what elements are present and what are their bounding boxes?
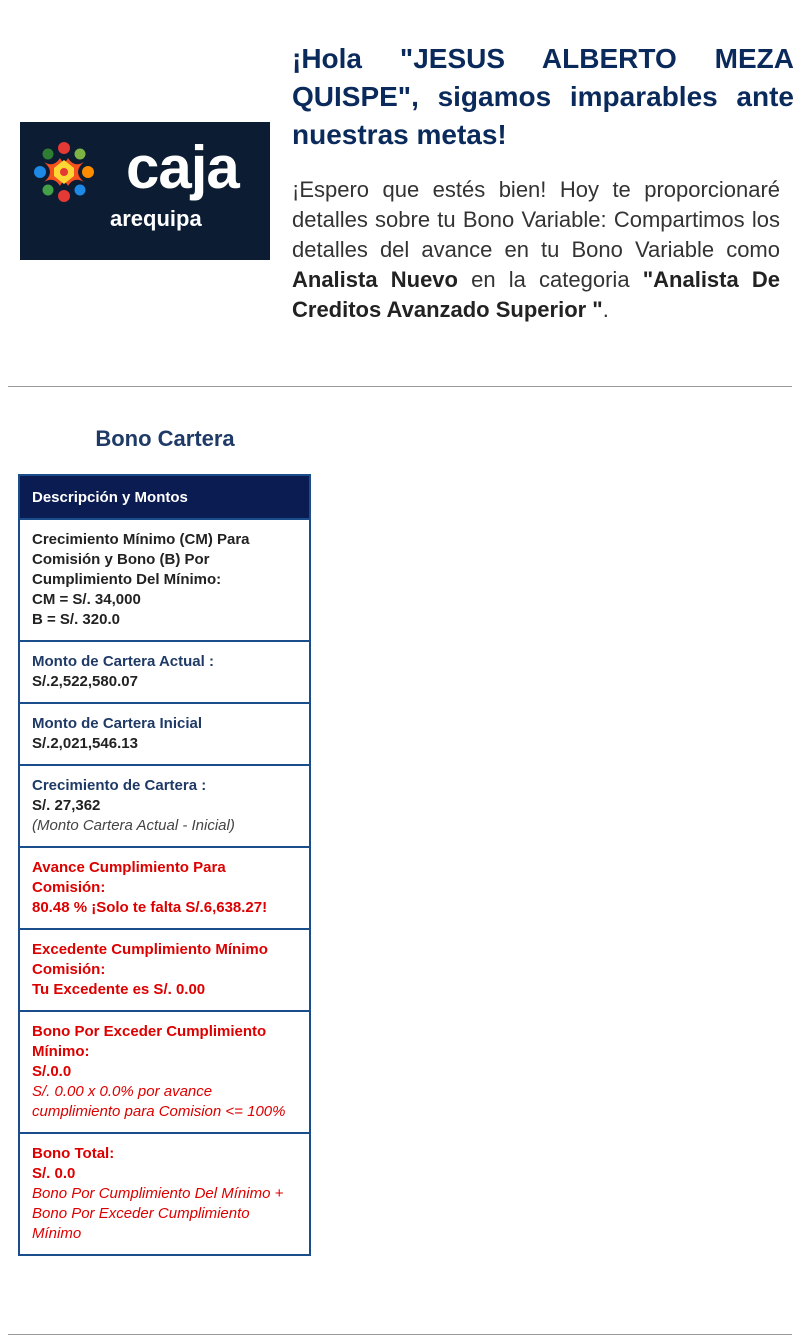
divider-top xyxy=(8,386,792,387)
intro-text-3: . xyxy=(602,297,609,322)
row-crecimiento-minimo: Crecimiento Mínimo (CM) Para Comisión y … xyxy=(20,520,309,642)
row-label: Excedente Cumplimiento Mínimo Comisión: xyxy=(32,941,268,978)
row-note: (Monto Cartera Actual - Inicial) xyxy=(32,817,235,834)
row-crecimiento-cartera: Crecimiento de Cartera : S/. 27,362 (Mon… xyxy=(20,766,309,848)
intro-role: Analista Nuevo xyxy=(292,267,458,292)
row-value: S/.0.0 xyxy=(32,1063,72,1080)
row-note: S/. 0.00 x 0.0% por avance cumplimiento … xyxy=(32,1083,286,1120)
intro-text-2: en la categoria xyxy=(457,267,643,292)
row-value: S/. 0.0 xyxy=(32,1165,76,1182)
row-value: S/.2,021,546.13 xyxy=(32,735,138,752)
cm-value: CM = S/. 34,000 xyxy=(32,591,141,608)
row-bono-total: Bono Total: S/. 0.0 Bono Por Cumplimient… xyxy=(20,1134,309,1254)
row-label: Avance Cumplimiento Para Comisión: xyxy=(32,859,226,896)
row-note: Bono Por Cumplimiento Del Mínimo + Bono … xyxy=(32,1185,284,1242)
greeting-heading: ¡Hola "JESUS ALBERTO MEZA QUISPE", sigam… xyxy=(292,43,794,150)
row-value: S/.2,522,580.07 xyxy=(32,673,138,690)
row-label: Bono Por Exceder Cumplimiento Mínimo: xyxy=(32,1023,267,1060)
intro-text-1: ¡Espero que estés bien! Hoy te proporcio… xyxy=(292,177,780,262)
divider-bottom xyxy=(8,1334,792,1335)
b-value: B = S/. 320.0 xyxy=(32,611,120,628)
bono-cartera-table: Descripción y Montos Crecimiento Mínimo … xyxy=(18,474,311,1256)
row-monto-inicial: Monto de Cartera Inicial S/.2,021,546.13 xyxy=(20,704,309,766)
row-avance-cumplimiento: Avance Cumplimiento Para Comisión: 80.48… xyxy=(20,848,309,930)
row-label: Monto de Cartera Inicial xyxy=(32,715,203,732)
row-label: Bono Total: xyxy=(32,1145,115,1162)
section-title: Bono Cartera xyxy=(95,426,235,451)
row-value: 80.48 % ¡Solo te falta S/.6,638.27! xyxy=(32,899,268,916)
logo-subtitle: arequipa xyxy=(110,206,202,231)
row-label: Crecimiento Mínimo (CM) Para Comisión y … xyxy=(32,531,250,588)
row-bono-exceder: Bono Por Exceder Cumplimiento Mínimo: S/… xyxy=(20,1012,309,1134)
caja-arequipa-logo: caja arequipa xyxy=(20,122,270,260)
table-header: Descripción y Montos xyxy=(20,476,309,520)
row-excedente: Excedente Cumplimiento Mínimo Comisión: … xyxy=(20,930,309,1012)
row-value: S/. 27,362 xyxy=(32,797,101,814)
logo-wordmark: caja xyxy=(126,134,240,201)
row-value: Tu Excedente es S/. 0.00 xyxy=(32,981,206,998)
intro-paragraph: ¡Espero que estés bien! Hoy te proporcio… xyxy=(292,175,780,325)
row-label: Crecimiento de Cartera : xyxy=(32,777,207,794)
row-label: Monto de Cartera Actual : xyxy=(32,653,214,670)
row-monto-actual: Monto de Cartera Actual : S/.2,522,580.0… xyxy=(20,642,309,704)
